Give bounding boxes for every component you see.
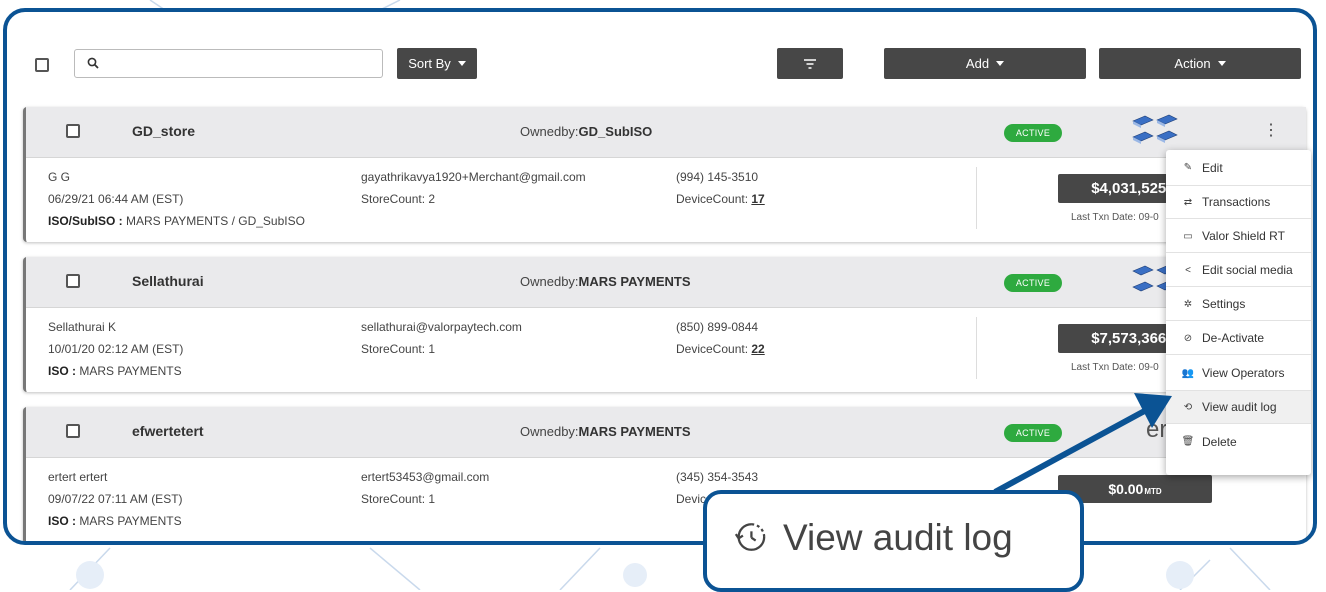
search-input[interactable]: [74, 49, 383, 78]
filter-button[interactable]: [777, 48, 843, 79]
transactions-icon: ⇄: [1183, 196, 1193, 208]
menu-item-settings[interactable]: ✲ Settings: [1166, 288, 1311, 321]
merchant-card-header: efwertetert Ownedby:MARS PAYMENTS ACTIVE…: [26, 407, 1306, 458]
sort-by-button[interactable]: Sort By: [397, 48, 477, 79]
last-txn-date: Last Txn Date: 09-0: [1071, 362, 1159, 373]
more-vert-icon[interactable]: ⋮: [1263, 123, 1279, 139]
card-icon: ▭: [1183, 230, 1193, 242]
iso-info: ISO/SubISO : MARS PAYMENTS / GD_SubISO: [48, 214, 305, 228]
history-icon: ⟲: [1183, 401, 1193, 413]
device-count: DeviceCount: 17: [676, 192, 765, 206]
zoom-callout: View audit log: [703, 490, 1084, 592]
caret-down-icon: [1217, 61, 1226, 66]
merchant-card: Sellathurai Ownedby:MARS PAYMENTS ACTIVE…: [23, 257, 1306, 392]
add-label: Add: [965, 56, 990, 71]
store-count: StoreCount: 1: [361, 492, 436, 506]
merchant-card: GD_store Ownedby:GD_SubISO ACTIVE ⋮ G G …: [23, 107, 1306, 242]
owned-by: Ownedby:MARS PAYMENTS: [520, 424, 691, 439]
divider: [976, 317, 977, 379]
contact-name: G G: [48, 170, 71, 184]
menu-item-edit-social[interactable]: < Edit social media: [1166, 254, 1311, 287]
merchant-name[interactable]: GD_store: [132, 123, 195, 139]
history-icon: [734, 523, 766, 551]
merchant-card: efwertetert Ownedby:MARS PAYMENTS ACTIVE…: [23, 407, 1306, 541]
device-count: DeviceCount: 22: [676, 342, 765, 356]
merchant-checkbox[interactable]: [66, 424, 80, 438]
divider: [976, 167, 977, 229]
caret-down-icon: [457, 61, 466, 66]
created-date: 09/07/22 07:11 AM (EST): [48, 492, 183, 506]
menu-item-view-audit-log[interactable]: ⟲ View audit log: [1166, 391, 1311, 424]
pencil-icon: ✎: [1183, 162, 1193, 173]
merchant-logo: er: [1146, 416, 1168, 443]
menu-item-view-operators[interactable]: 👥 View Operators: [1166, 356, 1311, 391]
created-date: 06/29/21 06:44 AM (EST): [48, 192, 184, 206]
menu-item-edit[interactable]: ✎ Edit: [1166, 150, 1311, 186]
email: gayathrikavya1920+Merchant@gmail.com: [361, 170, 586, 184]
status-badge: ACTIVE: [1004, 124, 1062, 142]
merchant-name[interactable]: Sellathurai: [132, 273, 204, 289]
merchant-name[interactable]: efwertetert: [132, 423, 204, 439]
action-menu: ✎ Edit ⇄ Transactions ▭ Valor Shield RT < Ed…: [1166, 150, 1311, 475]
owned-by: Ownedby:GD_SubISO: [520, 124, 653, 139]
contact-name: ertert ertert: [48, 470, 108, 484]
callout-label: View audit log: [783, 517, 1013, 558]
iso-info: ISO : MARS PAYMENTS: [48, 514, 182, 528]
status-badge: ACTIVE: [1004, 424, 1062, 442]
status-badge: ACTIVE: [1004, 274, 1062, 292]
block-icon: ⊘: [1183, 332, 1193, 344]
device-count-link[interactable]: 22: [751, 342, 764, 356]
email: ertert53453@gmail.com: [361, 470, 490, 484]
phone: (850) 899-0844: [676, 320, 759, 334]
select-all-checkbox[interactable]: [35, 58, 49, 72]
last-txn-date: Last Txn Date: 09-0: [1071, 212, 1159, 223]
share-icon: <: [1185, 264, 1191, 276]
caret-down-icon: [996, 61, 1005, 66]
store-count: StoreCount: 2: [361, 192, 436, 206]
merchant-card-header: Sellathurai Ownedby:MARS PAYMENTS ACTIVE: [26, 257, 1306, 308]
created-date: 10/01/20 02:12 AM (EST): [48, 342, 184, 356]
phone: (345) 354-3543: [676, 470, 759, 484]
email: sellathurai@valorpaytech.com: [361, 320, 522, 334]
device-icon: [1132, 114, 1178, 144]
trash-icon: 🗑: [1181, 436, 1195, 447]
menu-item-delete[interactable]: 🗑 Delete: [1166, 425, 1311, 458]
menu-item-transactions[interactable]: ⇄ Transactions: [1166, 186, 1311, 219]
action-label: Action: [1174, 56, 1211, 71]
filter-icon: [804, 58, 816, 69]
sort-by-label: Sort By: [408, 56, 451, 71]
menu-item-deactivate[interactable]: ⊘ De-Activate: [1166, 322, 1311, 355]
add-button[interactable]: Add: [884, 48, 1086, 79]
owned-by: Ownedby:MARS PAYMENTS: [520, 274, 691, 289]
iso-info: ISO : MARS PAYMENTS: [48, 364, 182, 378]
action-button[interactable]: Action: [1099, 48, 1301, 79]
screenshot-frame: Sort By Add Action GD_store Ownedby:GD_S…: [3, 8, 1317, 545]
people-icon: 👥: [1181, 367, 1195, 379]
device-count-link[interactable]: 17: [751, 192, 764, 206]
search-icon: [87, 57, 99, 69]
merchant-card-header: GD_store Ownedby:GD_SubISO ACTIVE ⋮: [26, 107, 1306, 158]
merchant-checkbox[interactable]: [66, 124, 80, 138]
menu-item-valor-shield[interactable]: ▭ Valor Shield RT: [1166, 220, 1311, 253]
store-count: StoreCount: 1: [361, 342, 436, 356]
merchant-checkbox[interactable]: [66, 274, 80, 288]
contact-name: Sellathurai K: [48, 320, 117, 334]
gear-icon: ✲: [1183, 298, 1193, 310]
phone: (994) 145-3510: [676, 170, 759, 184]
